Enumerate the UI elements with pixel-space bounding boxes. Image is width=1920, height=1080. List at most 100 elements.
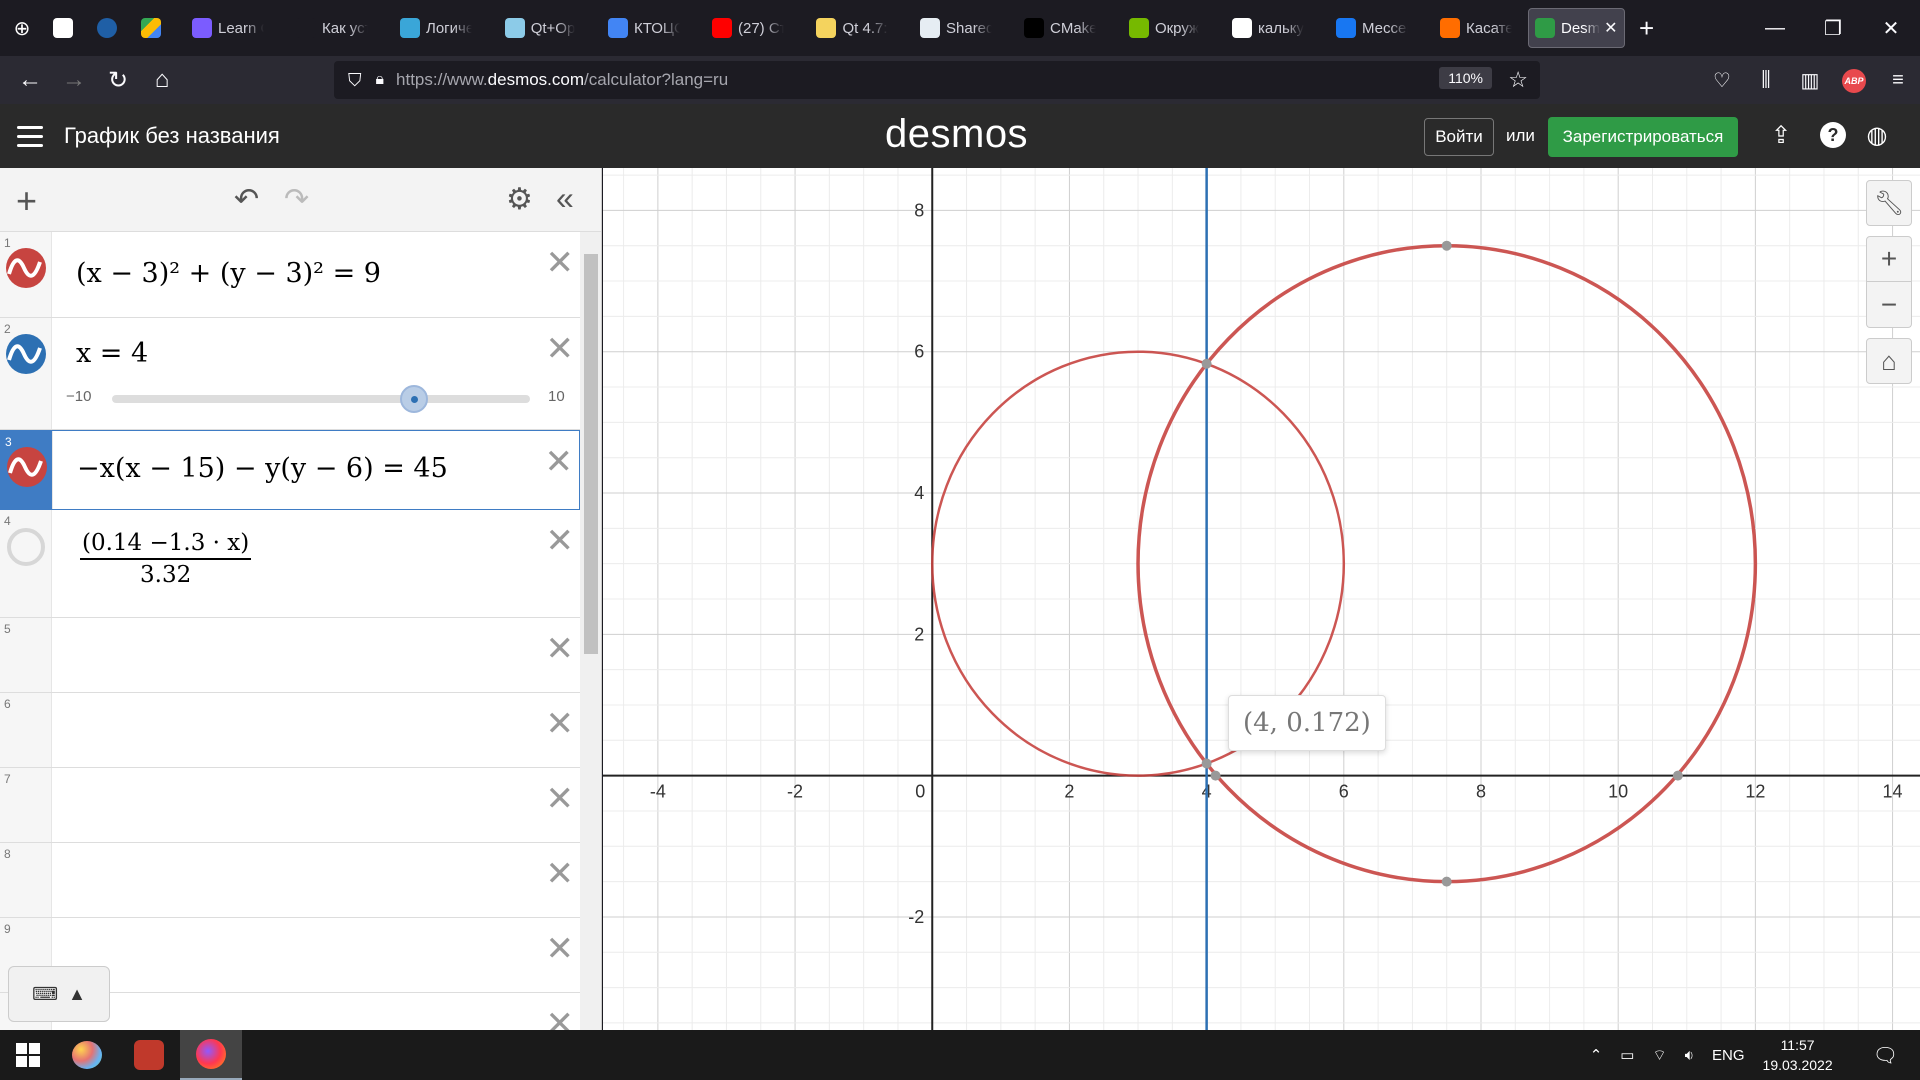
delete-expression-icon[interactable]: ✕ xyxy=(546,707,575,741)
pinned-tab-1[interactable] xyxy=(44,8,88,48)
delete-expression-icon[interactable]: ✕ xyxy=(546,932,575,966)
restore-button[interactable]: ❐ xyxy=(1804,0,1862,56)
pinned-tab-2[interactable] xyxy=(88,8,132,48)
language-indicator[interactable]: ENG xyxy=(1712,1047,1745,1064)
graph-canvas[interactable]: -4-202468101214-22468 xyxy=(603,168,1920,1030)
library-icon[interactable]: ⫼ xyxy=(1744,69,1788,92)
slider-track[interactable] xyxy=(112,385,530,413)
zoom-out-button[interactable]: − xyxy=(1866,282,1912,328)
battery-icon[interactable]: ▭ xyxy=(1620,1046,1634,1064)
signup-button[interactable]: Зарегистрироваться xyxy=(1548,117,1738,157)
browser-tab[interactable]: Как уст xyxy=(280,8,384,48)
graph-paper[interactable]: -4-202468101214-22468 🔧︎ + − ⌂ (4, 0.172… xyxy=(603,168,1920,1030)
graph-wave-icon-red[interactable] xyxy=(4,246,48,290)
expression-row-5[interactable]: 5 ✕ xyxy=(0,618,580,693)
browser-tab[interactable]: Qt 4.7: xyxy=(800,8,904,48)
pinned-tab-drive[interactable] xyxy=(132,8,176,48)
pinned-tab-globe[interactable]: ⊕ xyxy=(0,8,44,48)
delete-expression-icon[interactable]: ✕ xyxy=(546,246,575,280)
delete-expression-icon[interactable]: ✕ xyxy=(546,632,575,666)
expression-row-8[interactable]: 8 ✕ xyxy=(0,843,580,918)
browser-tab[interactable]: КТОЦС xyxy=(592,8,696,48)
pocket-icon[interactable]: ♡ xyxy=(1700,68,1744,93)
browser-tab[interactable]: Qt+Op xyxy=(488,8,592,48)
zoom-indicator[interactable]: 110% xyxy=(1439,67,1492,89)
browser-tab[interactable]: Shared xyxy=(904,8,1008,48)
system-clock[interactable]: 11:57 19.03.2022 xyxy=(1763,1035,1833,1075)
browser-tab[interactable]: CMake xyxy=(1008,8,1112,48)
notifications-icon[interactable]: 🗨︎ xyxy=(1873,1043,1898,1068)
keyboard-toggle-button[interactable]: ⌨ ▲ xyxy=(8,966,110,1022)
undo-icon[interactable]: ↶ xyxy=(234,182,259,217)
expression-math[interactable]: x = 4 xyxy=(76,338,148,369)
close-window-button[interactable]: ✕ xyxy=(1862,0,1920,56)
expression-scrollbar[interactable] xyxy=(580,232,601,1030)
minimize-button[interactable]: — xyxy=(1746,0,1804,56)
forward-button[interactable]: → xyxy=(52,60,96,100)
zoom-in-button[interactable]: + xyxy=(1866,236,1912,282)
poi-point[interactable] xyxy=(1441,240,1452,251)
browser-tab[interactable]: Касате xyxy=(1424,8,1528,48)
volume-icon[interactable]: 🔉︎ xyxy=(1685,1047,1694,1064)
reload-button[interactable]: ↻ xyxy=(96,60,140,100)
close-tab-icon[interactable]: ✕ xyxy=(1604,18,1617,38)
wifi-icon[interactable]: ⌔ xyxy=(1652,1046,1666,1065)
delete-expression-icon[interactable]: ✕ xyxy=(546,524,575,558)
browser-tab[interactable]: Мессен xyxy=(1320,8,1424,48)
delete-expression-icon[interactable]: ✕ xyxy=(545,445,574,479)
paint-app-icon[interactable] xyxy=(56,1030,118,1080)
expression-row-6[interactable]: 6 ✕ xyxy=(0,693,580,768)
delete-expression-icon[interactable]: ✕ xyxy=(546,1007,575,1030)
poi-point[interactable] xyxy=(1672,770,1683,781)
tray-expand-icon[interactable]: ⌃ xyxy=(1590,1046,1603,1064)
tab-desmos-active[interactable]: Desm ✕ xyxy=(1528,8,1625,48)
expression-row-2[interactable]: 2 x = 4 ✕ −10 10 xyxy=(0,318,580,430)
slider-handle[interactable] xyxy=(400,385,428,413)
language-globe-icon[interactable]: ◍ xyxy=(1862,120,1892,150)
expression-math[interactable]: −x(x − 15) − y(y − 6) = 45 xyxy=(77,453,448,484)
redo-icon[interactable]: ↷ xyxy=(284,182,309,217)
sidebar-icon[interactable]: ▥ xyxy=(1788,68,1832,93)
expression-row-3[interactable]: 3 −x(x − 15) − y(y − 6) = 45 ✕ xyxy=(0,430,580,510)
expression-math[interactable]: (x − 3)² + (y − 3)² = 9 xyxy=(76,258,381,289)
browser-tab[interactable]: Learn C xyxy=(176,8,280,48)
graph-wave-icon-blue[interactable] xyxy=(4,332,48,376)
new-tab-button[interactable]: + xyxy=(1625,13,1669,44)
slider-min-label[interactable]: −10 xyxy=(66,388,91,405)
delete-expression-icon[interactable]: ✕ xyxy=(546,332,575,366)
graph-settings-wrench-icon[interactable]: 🔧︎ xyxy=(1866,180,1912,226)
expression-row-4[interactable]: 4 (0.14 −1.3 · x) 3.32 ✕ xyxy=(0,510,580,618)
scrollbar-thumb[interactable] xyxy=(584,254,598,654)
expression-fraction[interactable]: (0.14 −1.3 · x) 3.32 xyxy=(80,530,252,588)
collapse-panel-icon[interactable]: « xyxy=(556,180,574,217)
poi-point[interactable] xyxy=(1201,358,1212,369)
poi-point[interactable] xyxy=(1201,758,1212,769)
graph-title[interactable]: График без названия xyxy=(64,123,280,149)
browser-tab[interactable]: Окруж xyxy=(1112,8,1216,48)
windows-start-icon[interactable] xyxy=(0,1030,56,1080)
delete-expression-icon[interactable]: ✕ xyxy=(546,857,575,891)
hidden-graph-toggle-icon[interactable] xyxy=(7,528,45,566)
expression-row-1[interactable]: 1 (x − 3)² + (y − 3)² = 9 ✕ xyxy=(0,232,580,318)
url-bar[interactable]: ⛉ 🔒︎ https://www.desmos.com/calculator?l… xyxy=(334,61,1540,99)
delete-expression-icon[interactable]: ✕ xyxy=(546,782,575,816)
hamburger-menu-icon[interactable] xyxy=(0,104,60,168)
back-button[interactable]: ← xyxy=(8,60,52,100)
settings-gear-icon[interactable]: ⚙ xyxy=(506,182,533,217)
poi-point[interactable] xyxy=(1210,770,1221,781)
red-eye-app-icon[interactable] xyxy=(118,1030,180,1080)
bookmark-star-icon[interactable]: ☆ xyxy=(1508,67,1528,93)
browser-tab[interactable]: (27) Ст xyxy=(696,8,800,48)
home-button[interactable]: ⌂ xyxy=(140,60,184,100)
expression-row-7[interactable]: 7 ✕ xyxy=(0,768,580,843)
login-button[interactable]: Войти xyxy=(1424,118,1494,156)
menu-icon[interactable]: ≡ xyxy=(1876,69,1920,92)
poi-point[interactable] xyxy=(1441,876,1452,887)
home-view-icon[interactable]: ⌂ xyxy=(1866,338,1912,384)
slider-max-label[interactable]: 10 xyxy=(548,388,565,405)
add-expression-icon[interactable]: + xyxy=(16,180,37,222)
share-icon[interactable]: ⇪ xyxy=(1766,120,1796,150)
browser-tab[interactable]: кальку xyxy=(1216,8,1320,48)
adblock-icon[interactable]: ABP xyxy=(1832,67,1876,93)
graph-wave-icon-red[interactable] xyxy=(5,445,49,489)
